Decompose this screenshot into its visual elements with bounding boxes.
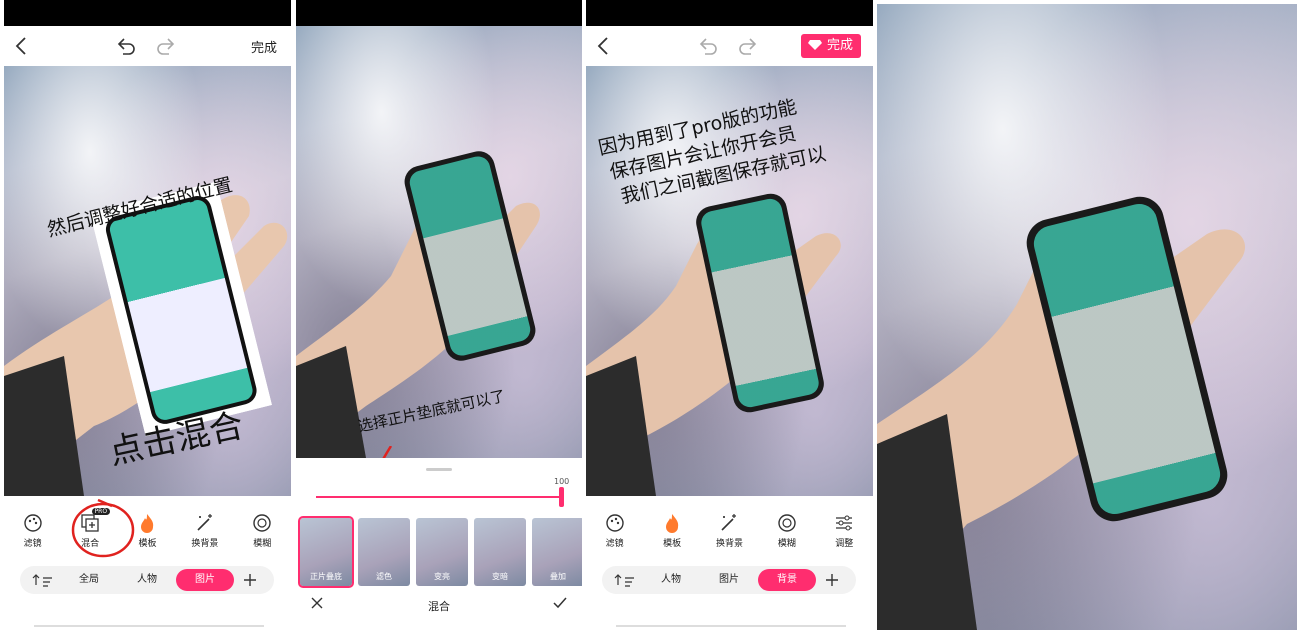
done-button[interactable]: 完成 xyxy=(251,37,277,56)
sheet-grabber[interactable] xyxy=(426,468,452,471)
blend-mode-label: 叠加 xyxy=(550,572,566,581)
layer-segment-bar: 人物 图片 背景 xyxy=(602,566,856,594)
palette-icon xyxy=(605,514,624,532)
top-bar: 完成 xyxy=(4,26,291,66)
blur-icon xyxy=(253,514,271,532)
blend-mode-label: 变亮 xyxy=(434,572,450,581)
blur-icon xyxy=(778,514,796,532)
tool-label: 模糊 xyxy=(253,539,272,549)
photo-canvas[interactable]: 选择正片垫底就可以了 xyxy=(296,26,582,458)
magic-wand-icon xyxy=(197,514,212,531)
tool-change-background[interactable]: 换背景 xyxy=(701,508,757,556)
tool-label: 滤镜 xyxy=(605,539,624,549)
segment-person[interactable]: 人物 xyxy=(642,569,700,591)
tool-label: 调整 xyxy=(835,539,854,549)
opacity-slider-thumb[interactable] xyxy=(559,487,564,507)
status-bar xyxy=(296,0,582,26)
tool-label: 模板 xyxy=(663,539,682,549)
tool-filter[interactable]: 滤镜 xyxy=(587,508,643,556)
editor-screen-pro-notice: 完成 因为用到了pro版的功能 保存图片会让你开会员 我们之间截图保存就可以 滤… xyxy=(586,0,873,630)
tool-change-background[interactable]: 换背景 xyxy=(177,508,233,556)
tool-label: 滤镜 xyxy=(23,539,42,549)
tool-template[interactable]: 模板 xyxy=(644,508,700,556)
segment-person[interactable]: 人物 xyxy=(118,569,176,591)
tool-label: 换背景 xyxy=(191,539,219,549)
editor-screen-blend-step: 完成 然后调整好合适的位置 点击混合 滤镜 PRO 混合 模板 换背景 模糊 全… xyxy=(4,0,291,630)
sort-layers-icon[interactable] xyxy=(28,569,60,591)
tool-blur[interactable]: 模糊 xyxy=(234,508,290,556)
add-icon[interactable] xyxy=(234,569,266,591)
blend-mode-overlay[interactable]: 叠加 xyxy=(532,518,582,586)
undo-icon[interactable] xyxy=(116,36,136,56)
segment-image[interactable]: 图片 xyxy=(176,569,234,591)
segment-background[interactable]: 背景 xyxy=(758,569,816,591)
blend-mode-darken[interactable]: 变暗 xyxy=(474,518,526,586)
photo-canvas[interactable]: 然后调整好合适的位置 点击混合 xyxy=(4,66,291,496)
magic-wand-icon xyxy=(721,514,737,531)
opacity-slider-track[interactable] xyxy=(316,496,562,498)
redo-icon[interactable] xyxy=(156,36,176,56)
blend-mode-screen[interactable]: 滤色 xyxy=(358,518,410,586)
flame-icon xyxy=(666,514,679,533)
sort-layers-icon[interactable] xyxy=(610,569,642,591)
layer-segment-bar: 全局 人物 图片 xyxy=(20,566,274,594)
redo-icon[interactable] xyxy=(738,36,758,56)
flame-icon xyxy=(141,514,154,533)
sliders-icon xyxy=(836,515,853,531)
tool-label: 模糊 xyxy=(777,539,796,549)
home-indicator xyxy=(616,625,846,627)
sheet-footer: 混合 xyxy=(296,592,582,618)
blend-mode-list: 正片叠底 滤色 变亮 变暗 叠加 xyxy=(298,516,582,588)
red-arrow-annotation xyxy=(382,446,393,458)
done-label: 完成 xyxy=(826,38,853,53)
top-bar: 完成 xyxy=(586,26,873,66)
back-icon[interactable] xyxy=(596,36,612,56)
tool-adjust[interactable]: 调整 xyxy=(816,508,872,556)
sheet-title: 混合 xyxy=(428,600,450,613)
segment-global[interactable]: 全局 xyxy=(60,569,118,591)
add-icon[interactable] xyxy=(816,569,848,591)
blend-mode-label: 变暗 xyxy=(492,572,508,581)
status-bar xyxy=(586,0,873,26)
photo-canvas[interactable]: 因为用到了pro版的功能 保存图片会让你开会员 我们之间截图保存就可以 xyxy=(586,66,873,496)
red-circle-highlight xyxy=(71,498,135,558)
tool-label: 换背景 xyxy=(715,539,743,549)
pro-diamond-icon xyxy=(807,40,822,50)
opacity-value: 100 xyxy=(554,477,570,486)
tool-bar: 滤镜 模板 换背景 模糊 调整 xyxy=(586,508,873,556)
editor-screen-blend-mode: 选择正片垫底就可以了 100 正片叠底 滤色 变亮 变暗 叠加 混合 xyxy=(296,0,582,630)
final-result-image xyxy=(877,4,1297,630)
undo-icon[interactable] xyxy=(698,36,718,56)
palette-icon xyxy=(23,514,42,532)
tool-bar: 滤镜 PRO 混合 模板 换背景 模糊 xyxy=(4,508,291,556)
tool-filter[interactable]: 滤镜 xyxy=(5,508,61,556)
back-icon[interactable] xyxy=(14,36,30,56)
home-indicator xyxy=(34,625,264,627)
segment-image[interactable]: 图片 xyxy=(700,569,758,591)
confirm-check-icon[interactable] xyxy=(552,596,568,610)
blend-mode-label: 正片叠底 xyxy=(310,572,342,581)
tool-blur[interactable]: 模糊 xyxy=(759,508,815,556)
blend-mode-sheet: 100 正片叠底 滤色 变亮 变暗 叠加 混合 xyxy=(296,460,582,630)
result-photo xyxy=(877,4,1297,630)
blend-mode-multiply[interactable]: 正片叠底 xyxy=(298,516,354,588)
status-bar xyxy=(4,0,291,26)
blend-mode-lighten[interactable]: 变亮 xyxy=(416,518,468,586)
blend-mode-label: 滤色 xyxy=(376,572,392,581)
done-pro-button[interactable]: 完成 xyxy=(800,34,861,58)
